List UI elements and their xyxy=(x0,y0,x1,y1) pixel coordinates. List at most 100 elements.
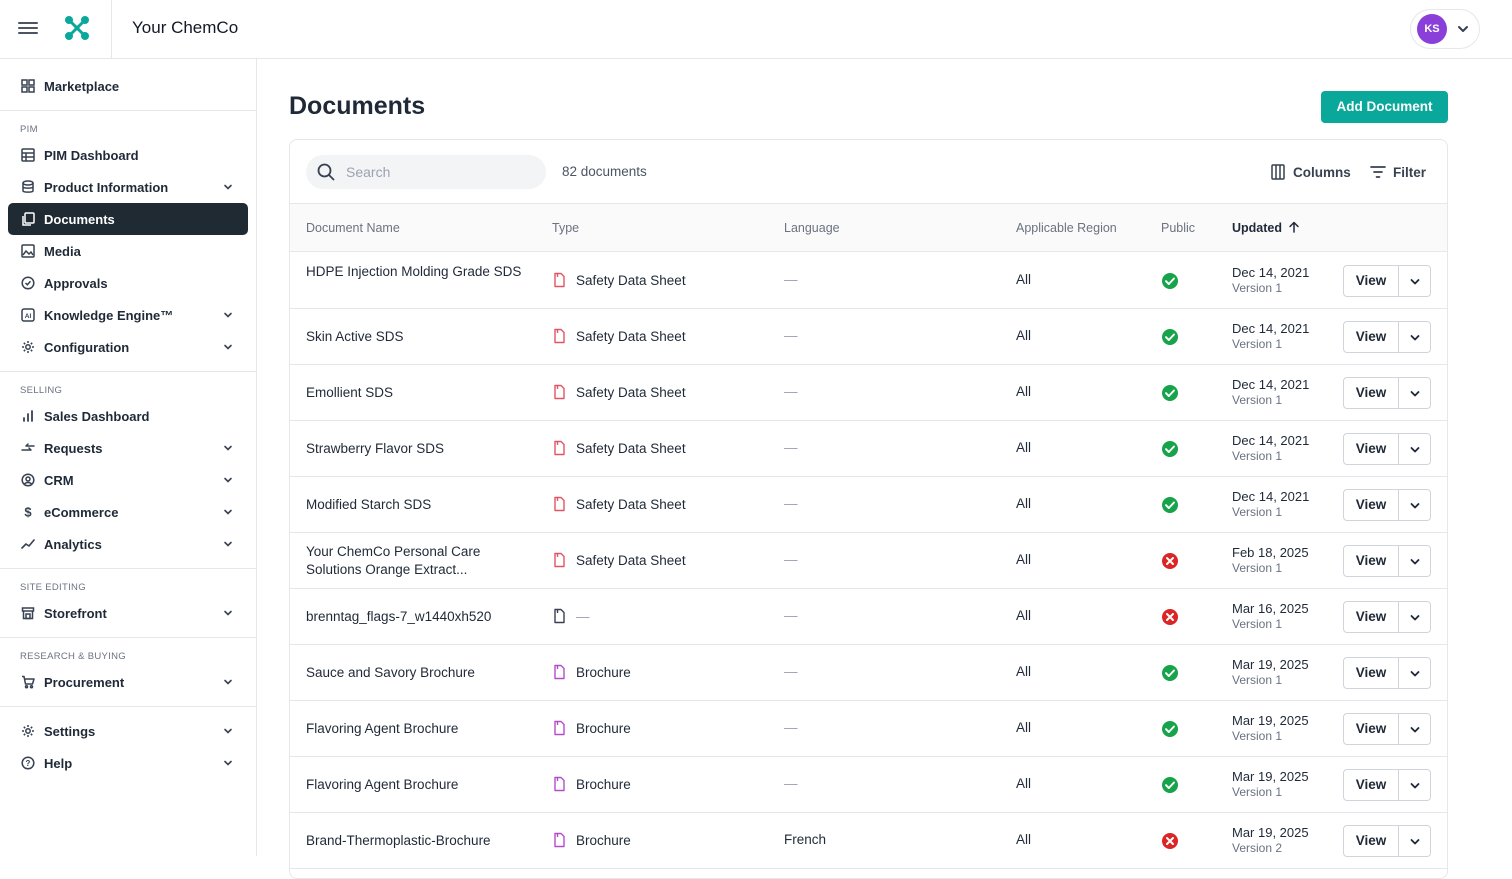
logo-icon[interactable] xyxy=(62,13,92,43)
document-icon xyxy=(554,384,565,400)
row-actions-dropdown-button[interactable] xyxy=(1398,265,1431,297)
menu-icon[interactable] xyxy=(18,19,38,39)
sidebar-item-help[interactable]: ? Help xyxy=(8,747,248,779)
sidebar-item-approvals[interactable]: Approvals xyxy=(8,267,248,299)
header-public[interactable]: Public xyxy=(1161,221,1195,235)
table-row[interactable]: Skin Active SDS Safety Data Sheet — All Dec … xyxy=(290,309,1447,365)
view-button[interactable]: View xyxy=(1343,825,1399,857)
header-language[interactable]: Language xyxy=(784,221,840,235)
document-name[interactable]: Strawberry Flavor SDS xyxy=(306,440,526,458)
table-row[interactable]: Flavoring Agent Brochure Brochure — All Mar … xyxy=(290,701,1447,757)
columns-button[interactable]: Columns xyxy=(1269,158,1351,186)
sidebar-item-configuration[interactable]: Configuration xyxy=(8,331,248,363)
version-label: Version 1 xyxy=(1232,449,1283,463)
sidebar-item-label: Settings xyxy=(44,723,96,739)
row-actions-dropdown-button[interactable] xyxy=(1398,713,1431,745)
header-document-name[interactable]: Document Name xyxy=(306,221,400,235)
search-input[interactable] xyxy=(346,161,536,183)
public-check-icon xyxy=(1162,721,1178,737)
gear-icon xyxy=(20,339,36,355)
header-type[interactable]: Type xyxy=(552,221,579,235)
table-row[interactable]: Flavoring Agent Brochure Brochure — All Mar … xyxy=(290,757,1447,813)
document-name[interactable]: HDPE Injection Molding Grade SDS xyxy=(306,263,526,281)
header-applicable-region[interactable]: Applicable Region xyxy=(1016,221,1117,235)
divider xyxy=(111,0,112,59)
version-label: Version 1 xyxy=(1232,393,1283,407)
document-name[interactable]: Skin Active SDS xyxy=(306,328,526,346)
table-row[interactable]: Emollient SDS Safety Data Sheet — All Dec 14… xyxy=(290,365,1447,421)
filter-button[interactable]: Filter xyxy=(1369,158,1426,186)
view-button[interactable]: View xyxy=(1343,769,1399,801)
row-actions-dropdown-button[interactable] xyxy=(1398,825,1431,857)
updated-cell: Feb 18, 2025 Version 1 xyxy=(1232,545,1309,575)
row-actions-dropdown-button[interactable] xyxy=(1398,601,1431,633)
user-menu-button[interactable]: KS xyxy=(1410,9,1480,49)
sidebar-item-documents[interactable]: Documents xyxy=(8,203,248,235)
view-button[interactable]: View xyxy=(1343,377,1399,409)
document-type-label: Safety Data Sheet xyxy=(576,384,686,400)
row-actions-dropdown-button[interactable] xyxy=(1398,377,1431,409)
sidebar-item-ecommerce[interactable]: $ eCommerce xyxy=(8,496,248,528)
table-row[interactable]: Your ChemCo Personal Care Solutions Oran… xyxy=(290,533,1447,589)
document-type: Safety Data Sheet xyxy=(552,272,686,288)
document-name[interactable]: Sauce and Savory Brochure xyxy=(306,664,526,682)
document-name[interactable]: Modified Starch SDS xyxy=(306,496,526,514)
sidebar-item-knowledge-engine[interactable]: AI Knowledge Engine™ xyxy=(8,299,248,331)
sidebar-item-crm[interactable]: CRM xyxy=(8,464,248,496)
sidebar-item-sales-dashboard[interactable]: Sales Dashboard xyxy=(8,400,248,432)
sidebar-item-media[interactable]: Media xyxy=(8,235,248,267)
document-type: Brochure xyxy=(552,664,631,680)
updated-cell: Dec 14, 2021 Version 1 xyxy=(1232,265,1309,295)
view-button[interactable]: View xyxy=(1343,713,1399,745)
sidebar-item-marketplace[interactable]: Marketplace xyxy=(8,70,248,102)
sidebar-item-procurement[interactable]: Procurement xyxy=(8,666,248,698)
updated-cell: Dec 14, 2021 Version 1 xyxy=(1232,321,1309,351)
row-actions-dropdown-button[interactable] xyxy=(1398,545,1431,577)
document-name[interactable]: Brand-Thermoplastic-Brochure xyxy=(306,832,526,850)
chevron-down-icon xyxy=(224,312,232,318)
view-button[interactable]: View xyxy=(1343,321,1399,353)
chevron-down-icon xyxy=(224,728,232,734)
table-row[interactable]: Modified Starch SDS Safety Data Sheet — All… xyxy=(290,477,1447,533)
document-name[interactable]: Flavoring Agent Brochure xyxy=(306,720,526,738)
sidebar-item-settings[interactable]: Settings xyxy=(8,715,248,747)
row-actions-dropdown-button[interactable] xyxy=(1398,489,1431,521)
table-row[interactable]: Sauce and Savory Brochure Brochure — All Mar… xyxy=(290,645,1447,701)
header-updated[interactable]: Updated xyxy=(1232,221,1300,235)
view-button[interactable]: View xyxy=(1343,265,1399,297)
document-language: — xyxy=(784,720,798,735)
sidebar-item-label: Analytics xyxy=(44,536,102,552)
view-button[interactable]: View xyxy=(1343,601,1399,633)
table-row[interactable]: Brand-Thermoplastic-Brochure Brochure Fren… xyxy=(290,813,1447,869)
view-button[interactable]: View xyxy=(1343,433,1399,465)
chevron-down-icon xyxy=(1410,447,1420,453)
document-name[interactable]: Emollient SDS xyxy=(306,384,526,402)
divider xyxy=(0,371,256,372)
table-row[interactable]: brenntag_flags-7_w1440xh520 — — All Mar 16, … xyxy=(290,589,1447,645)
add-document-button[interactable]: Add Document xyxy=(1321,91,1448,123)
table-row[interactable]: HDPE Injection Molding Grade SDS Safety D… xyxy=(290,253,1447,309)
document-name[interactable]: Flavoring Agent Brochure xyxy=(306,776,526,794)
row-actions-dropdown-button[interactable] xyxy=(1398,321,1431,353)
chevron-down-icon xyxy=(1410,783,1420,789)
document-region: All xyxy=(1016,496,1032,511)
sidebar-item-analytics[interactable]: Analytics xyxy=(8,528,248,560)
document-name[interactable]: Your ChemCo Personal Care Solutions Oran… xyxy=(306,543,526,579)
updated-cell: Dec 14, 2021 Version 1 xyxy=(1232,377,1309,407)
row-actions-dropdown-button[interactable] xyxy=(1398,769,1431,801)
row-actions-dropdown-button[interactable] xyxy=(1398,657,1431,689)
row-actions-dropdown-button[interactable] xyxy=(1398,433,1431,465)
view-button[interactable]: View xyxy=(1343,489,1399,521)
document-type-label: Safety Data Sheet xyxy=(576,328,686,344)
view-button[interactable]: View xyxy=(1343,657,1399,689)
sidebar-item-product-information[interactable]: Product Information xyxy=(8,171,248,203)
section-label-research: RESEARCH & BUYING xyxy=(20,651,126,662)
view-button[interactable]: View xyxy=(1343,545,1399,577)
document-language: — xyxy=(784,384,798,399)
document-name[interactable]: brenntag_flags-7_w1440xh520 xyxy=(306,608,526,626)
user-circle-icon xyxy=(20,472,36,488)
sidebar-item-requests[interactable]: Requests xyxy=(8,432,248,464)
table-row[interactable]: Strawberry Flavor SDS Safety Data Sheet — A… xyxy=(290,421,1447,477)
sidebar-item-pim-dashboard[interactable]: PIM Dashboard xyxy=(8,139,248,171)
sidebar-item-storefront[interactable]: Storefront xyxy=(8,597,248,629)
